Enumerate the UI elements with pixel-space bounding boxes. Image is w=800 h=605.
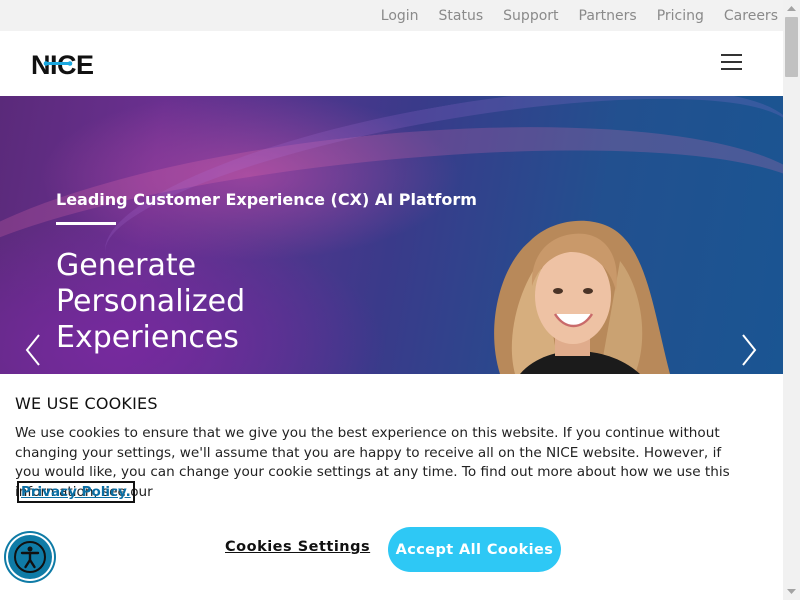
login-link[interactable]: Login — [381, 8, 419, 24]
cookie-banner: WE USE COOKIES We use cookies to ensure … — [0, 374, 783, 600]
chevron-left-icon[interactable] — [22, 332, 44, 368]
eyebrow-underline — [56, 222, 116, 225]
chevron-right-icon[interactable] — [738, 332, 760, 368]
utility-bar: Login Status Support Partners Pricing Ca… — [0, 0, 783, 31]
status-link[interactable]: Status — [439, 8, 484, 24]
privacy-policy-link[interactable]: Privacy Policy. — [17, 481, 135, 503]
headline-line: Personalized — [56, 284, 246, 319]
utility-links: Login Status Support Partners Pricing Ca… — [381, 0, 778, 31]
support-link[interactable]: Support — [503, 8, 558, 24]
accept-all-cookies-button[interactable]: Accept All Cookies — [388, 527, 561, 572]
pricing-link[interactable]: Pricing — [657, 8, 704, 24]
hamburger-menu-icon[interactable] — [721, 51, 743, 73]
scrollbar-thumb[interactable] — [785, 17, 798, 77]
headline-line: Generate — [56, 248, 197, 283]
hero-woman-image — [494, 220, 670, 374]
page-scrollbar[interactable] — [783, 0, 800, 600]
scroll-up-icon[interactable] — [783, 0, 800, 17]
careers-link[interactable]: Careers — [724, 8, 778, 24]
scroll-down-icon[interactable] — [783, 583, 800, 600]
hero-eyebrow: Leading Customer Experience (CX) AI Plat… — [56, 190, 477, 209]
cookie-title: WE USE COOKIES — [15, 394, 158, 413]
accessibility-icon[interactable] — [8, 535, 52, 579]
headline-line: Experiences — [56, 320, 239, 355]
hero-carousel: Leading Customer Experience (CX) AI Plat… — [0, 96, 783, 374]
main-header: NICE — [0, 31, 783, 96]
cookies-settings-button[interactable]: Cookies Settings — [225, 539, 370, 555]
nice-logo[interactable]: NICE — [31, 50, 94, 80]
hero-headline: Generate Personalized Experiences — [56, 248, 245, 356]
partners-link[interactable]: Partners — [579, 8, 637, 24]
